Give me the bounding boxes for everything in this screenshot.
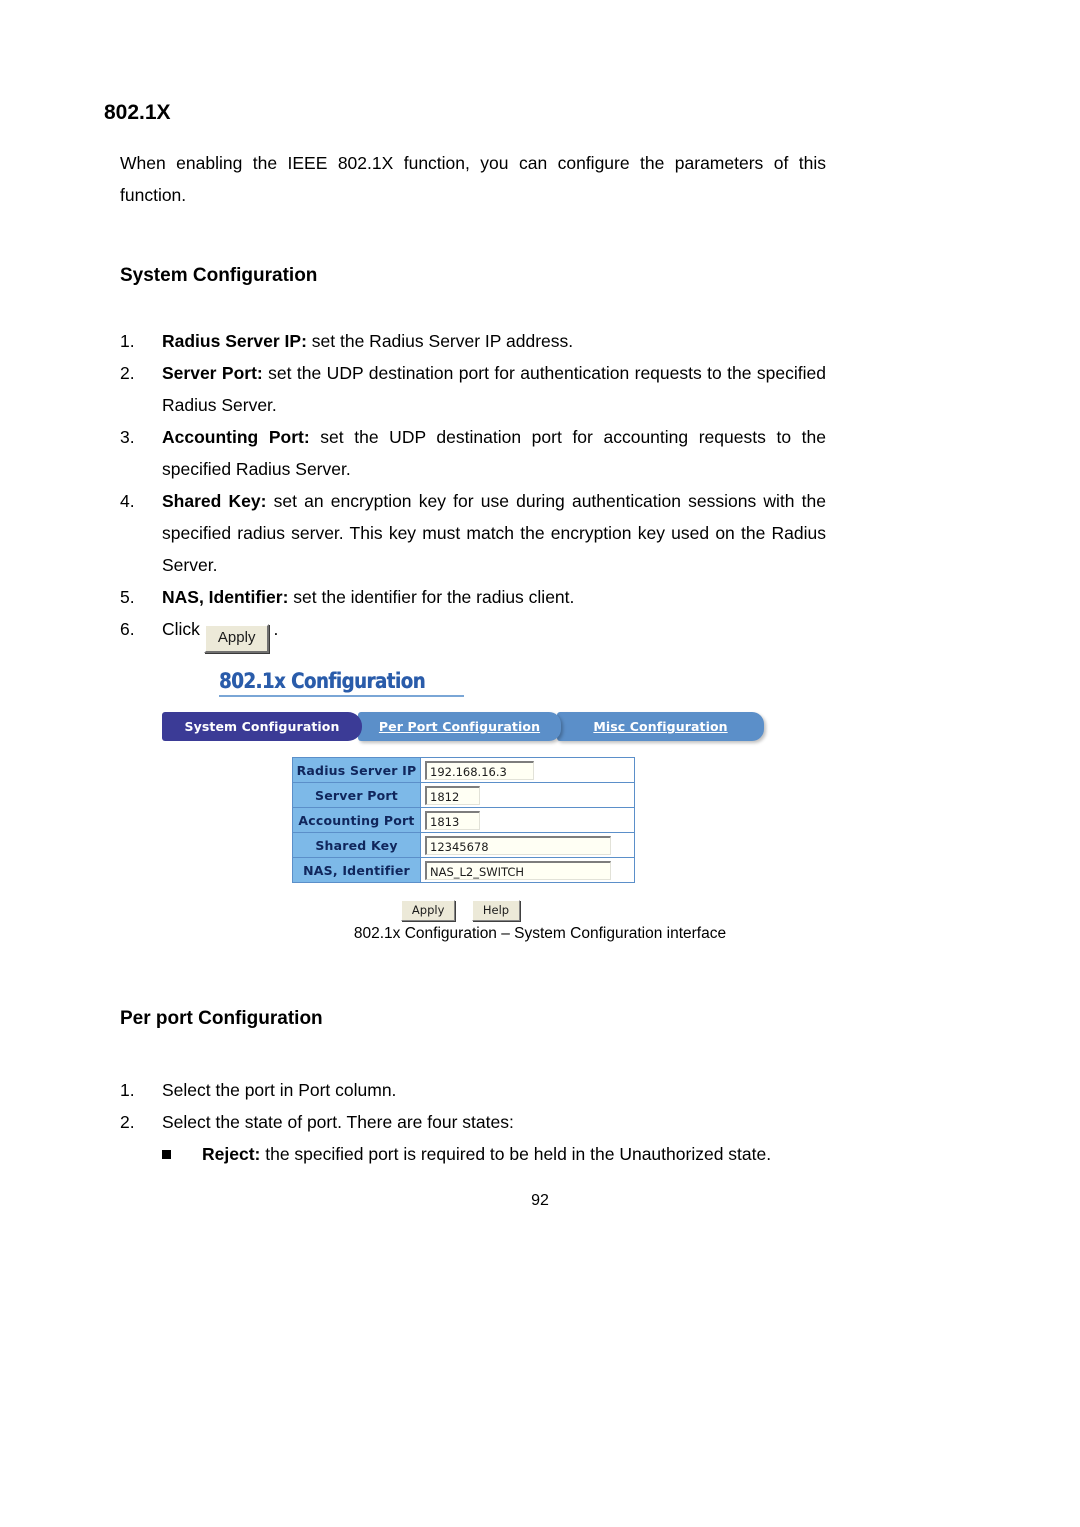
system-configuration-heading: System Configuration (120, 265, 318, 287)
accounting-port-input[interactable]: 1813 (425, 810, 480, 830)
table-row: NAS, Identifier NAS_L2_SWITCH (292, 857, 635, 883)
embedded-screenshot-802-1x-configuration: 802.1x Configuration Misc Configuration … (157, 657, 764, 925)
list-item-number: 1. (120, 1080, 135, 1100)
list-item-number: 1. (120, 331, 135, 352)
system-configuration-step-list: 1. Radius Server IP: set the Radius Serve… (120, 325, 826, 654)
intro-paragraph: When enabling the IEEE 802.1X function, … (120, 153, 826, 206)
list-item: Reject: the specified port is required t… (120, 1138, 826, 1170)
list-item-term: Shared Key: (162, 491, 267, 512)
field-cell-shared-key: 12345678 (420, 832, 635, 858)
tab-misc-configuration[interactable]: Misc Configuration (557, 712, 764, 741)
port-state-bullet-list: Reject: the specified port is required t… (120, 1138, 826, 1170)
tab-label: System Configuration (184, 719, 340, 734)
list-item-number: 3. (120, 427, 135, 448)
list-item-text: the specified port is required to be hel… (260, 1144, 772, 1164)
click-label: Click (162, 619, 200, 640)
list-item: 3. Accounting Port: set the UDP destinati… (120, 421, 826, 485)
list-item-number: 2. (120, 1112, 135, 1132)
field-label-nas-identifier: NAS, Identifier (292, 857, 421, 883)
list-item-number: 2. (120, 363, 135, 384)
field-label-accounting-port: Accounting Port (292, 807, 421, 833)
trailing-period: . (273, 619, 279, 640)
list-item: 1. Radius Server IP: set the Radius Serve… (120, 325, 826, 357)
server-port-input[interactable]: 1812 (425, 785, 480, 805)
list-item-number: 4. (120, 491, 135, 512)
list-item-click-apply: 6. Click Apply. (120, 613, 826, 654)
page-number: 92 (531, 1192, 549, 1209)
field-label-server-port: Server Port (292, 782, 421, 808)
list-item-term: Server Port: (162, 363, 263, 384)
per-port-section: Per port Configuration 1. Select the port… (120, 1008, 826, 1170)
page-title: 802.1X (104, 101, 171, 124)
list-item-number: 6. (120, 619, 135, 640)
nas-identifier-input[interactable]: NAS_L2_SWITCH (425, 860, 611, 880)
square-bullet-icon (162, 1150, 171, 1159)
list-item: 2. Server Port: set the UDP destination p… (120, 357, 826, 421)
table-row: Accounting Port 1813 (292, 807, 635, 833)
list-item: 4. Shared Key: set an encryption key for … (120, 485, 826, 581)
list-item-text: Select the port in Port column. (162, 1080, 397, 1100)
document-page: 802.1X When enabling the IEEE 802.1X fun… (0, 0, 1080, 1527)
list-item-term: Accounting Port: (162, 427, 310, 448)
field-cell-radius-server-ip: 192.168.16.3 (420, 757, 635, 783)
list-item-number: 5. (120, 587, 135, 608)
list-item-term: NAS, Identifier: (162, 587, 289, 608)
field-label-radius-server-ip: Radius Server IP (292, 757, 421, 783)
per-port-step-list: 1. Select the port in Port column. 2. Sele… (120, 1074, 826, 1138)
apply-button[interactable]: Apply (400, 900, 456, 921)
shared-key-input[interactable]: 12345678 (425, 835, 611, 855)
table-row: Shared Key 12345678 (292, 832, 635, 858)
list-item-text: Select the state of port. There are four… (162, 1112, 514, 1132)
list-item-term: Radius Server IP: (162, 331, 307, 352)
tab-label: Misc Configuration (593, 719, 728, 734)
field-label-shared-key: Shared Key (292, 832, 421, 858)
system-configuration-form-table: Radius Server IP 192.168.16.3 Server Por… (292, 757, 635, 883)
field-cell-accounting-port: 1813 (420, 807, 635, 833)
list-item: 1. Select the port in Port column. (120, 1074, 826, 1106)
figure-caption: 802.1x Configuration – System Configurat… (353, 925, 727, 942)
help-button[interactable]: Help (471, 900, 521, 921)
radius-server-ip-input[interactable]: 192.168.16.3 (425, 760, 534, 780)
table-row: Server Port 1812 (292, 782, 635, 808)
list-item-text: set the Radius Server IP address. (306, 331, 574, 352)
list-item: 5. NAS, Identifier: set the identifier fo… (120, 581, 826, 613)
tab-label: Per Port Configuration (378, 719, 541, 734)
form-button-row: Apply Help (157, 900, 764, 921)
title-underline-rule (219, 695, 464, 697)
document-body: 802.1X When enabling the IEEE 802.1X fun… (104, 100, 826, 654)
tab-system-configuration[interactable]: System Configuration (162, 712, 362, 741)
list-item-term: Reject: (202, 1144, 261, 1164)
apply-button-illustration: Apply (203, 624, 270, 654)
field-cell-server-port: 1812 (420, 782, 635, 808)
table-row: Radius Server IP 192.168.16.3 (292, 757, 635, 783)
field-cell-nas-identifier: NAS_L2_SWITCH (420, 857, 635, 883)
per-port-configuration-heading: Per port Configuration (120, 1008, 323, 1029)
list-item: 2. Select the state of port. There are fo… (120, 1106, 826, 1138)
list-item-text: set the identifier for the radius client… (288, 587, 575, 608)
screenshot-title: 802.1x Configuration (219, 669, 425, 693)
tab-per-port-configuration[interactable]: Per Port Configuration (358, 712, 561, 741)
tab-bar: Misc Configuration Per Port Configuratio… (162, 712, 764, 741)
